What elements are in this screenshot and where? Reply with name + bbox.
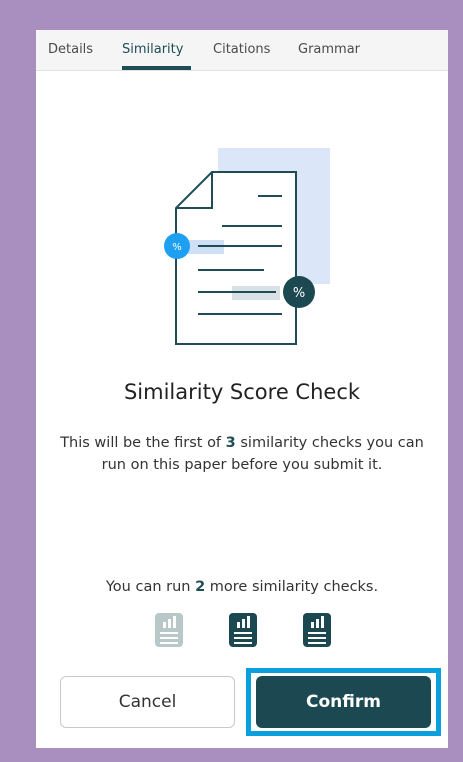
remaining-checks-text: You can run 2 more similarity checks.	[36, 579, 448, 595]
remaining-after: more similarity checks.	[209, 579, 379, 595]
available-check-icon	[303, 613, 331, 647]
tab-grammar[interactable]: Grammar	[298, 42, 360, 57]
remaining-checks-count: 2	[195, 579, 206, 595]
remaining-before: You can run	[105, 579, 191, 595]
tab-bar: Details Similarity Citations Grammar	[36, 30, 448, 71]
active-tab-indicator	[122, 66, 191, 70]
total-checks-count: 3	[225, 435, 236, 451]
badge-small-text: %	[172, 242, 182, 253]
used-check-icon	[155, 613, 183, 647]
badge-large-text: %	[293, 286, 305, 301]
tab-details[interactable]: Details	[48, 42, 93, 57]
cancel-button[interactable]: Cancel	[60, 676, 235, 728]
confirm-button[interactable]: Confirm	[256, 676, 431, 728]
tab-similarity[interactable]: Similarity	[122, 42, 183, 57]
similarity-panel: Details Similarity Citations Grammar % %…	[36, 30, 448, 748]
tab-citations[interactable]: Citations	[213, 42, 270, 57]
description-before: This will be the first of	[60, 435, 222, 451]
document-similarity-illustration: % %	[164, 148, 330, 345]
page-title: Similarity Score Check	[123, 380, 361, 404]
available-check-icon	[229, 613, 257, 647]
check-description: This will be the first of 3 similarity c…	[46, 432, 438, 476]
